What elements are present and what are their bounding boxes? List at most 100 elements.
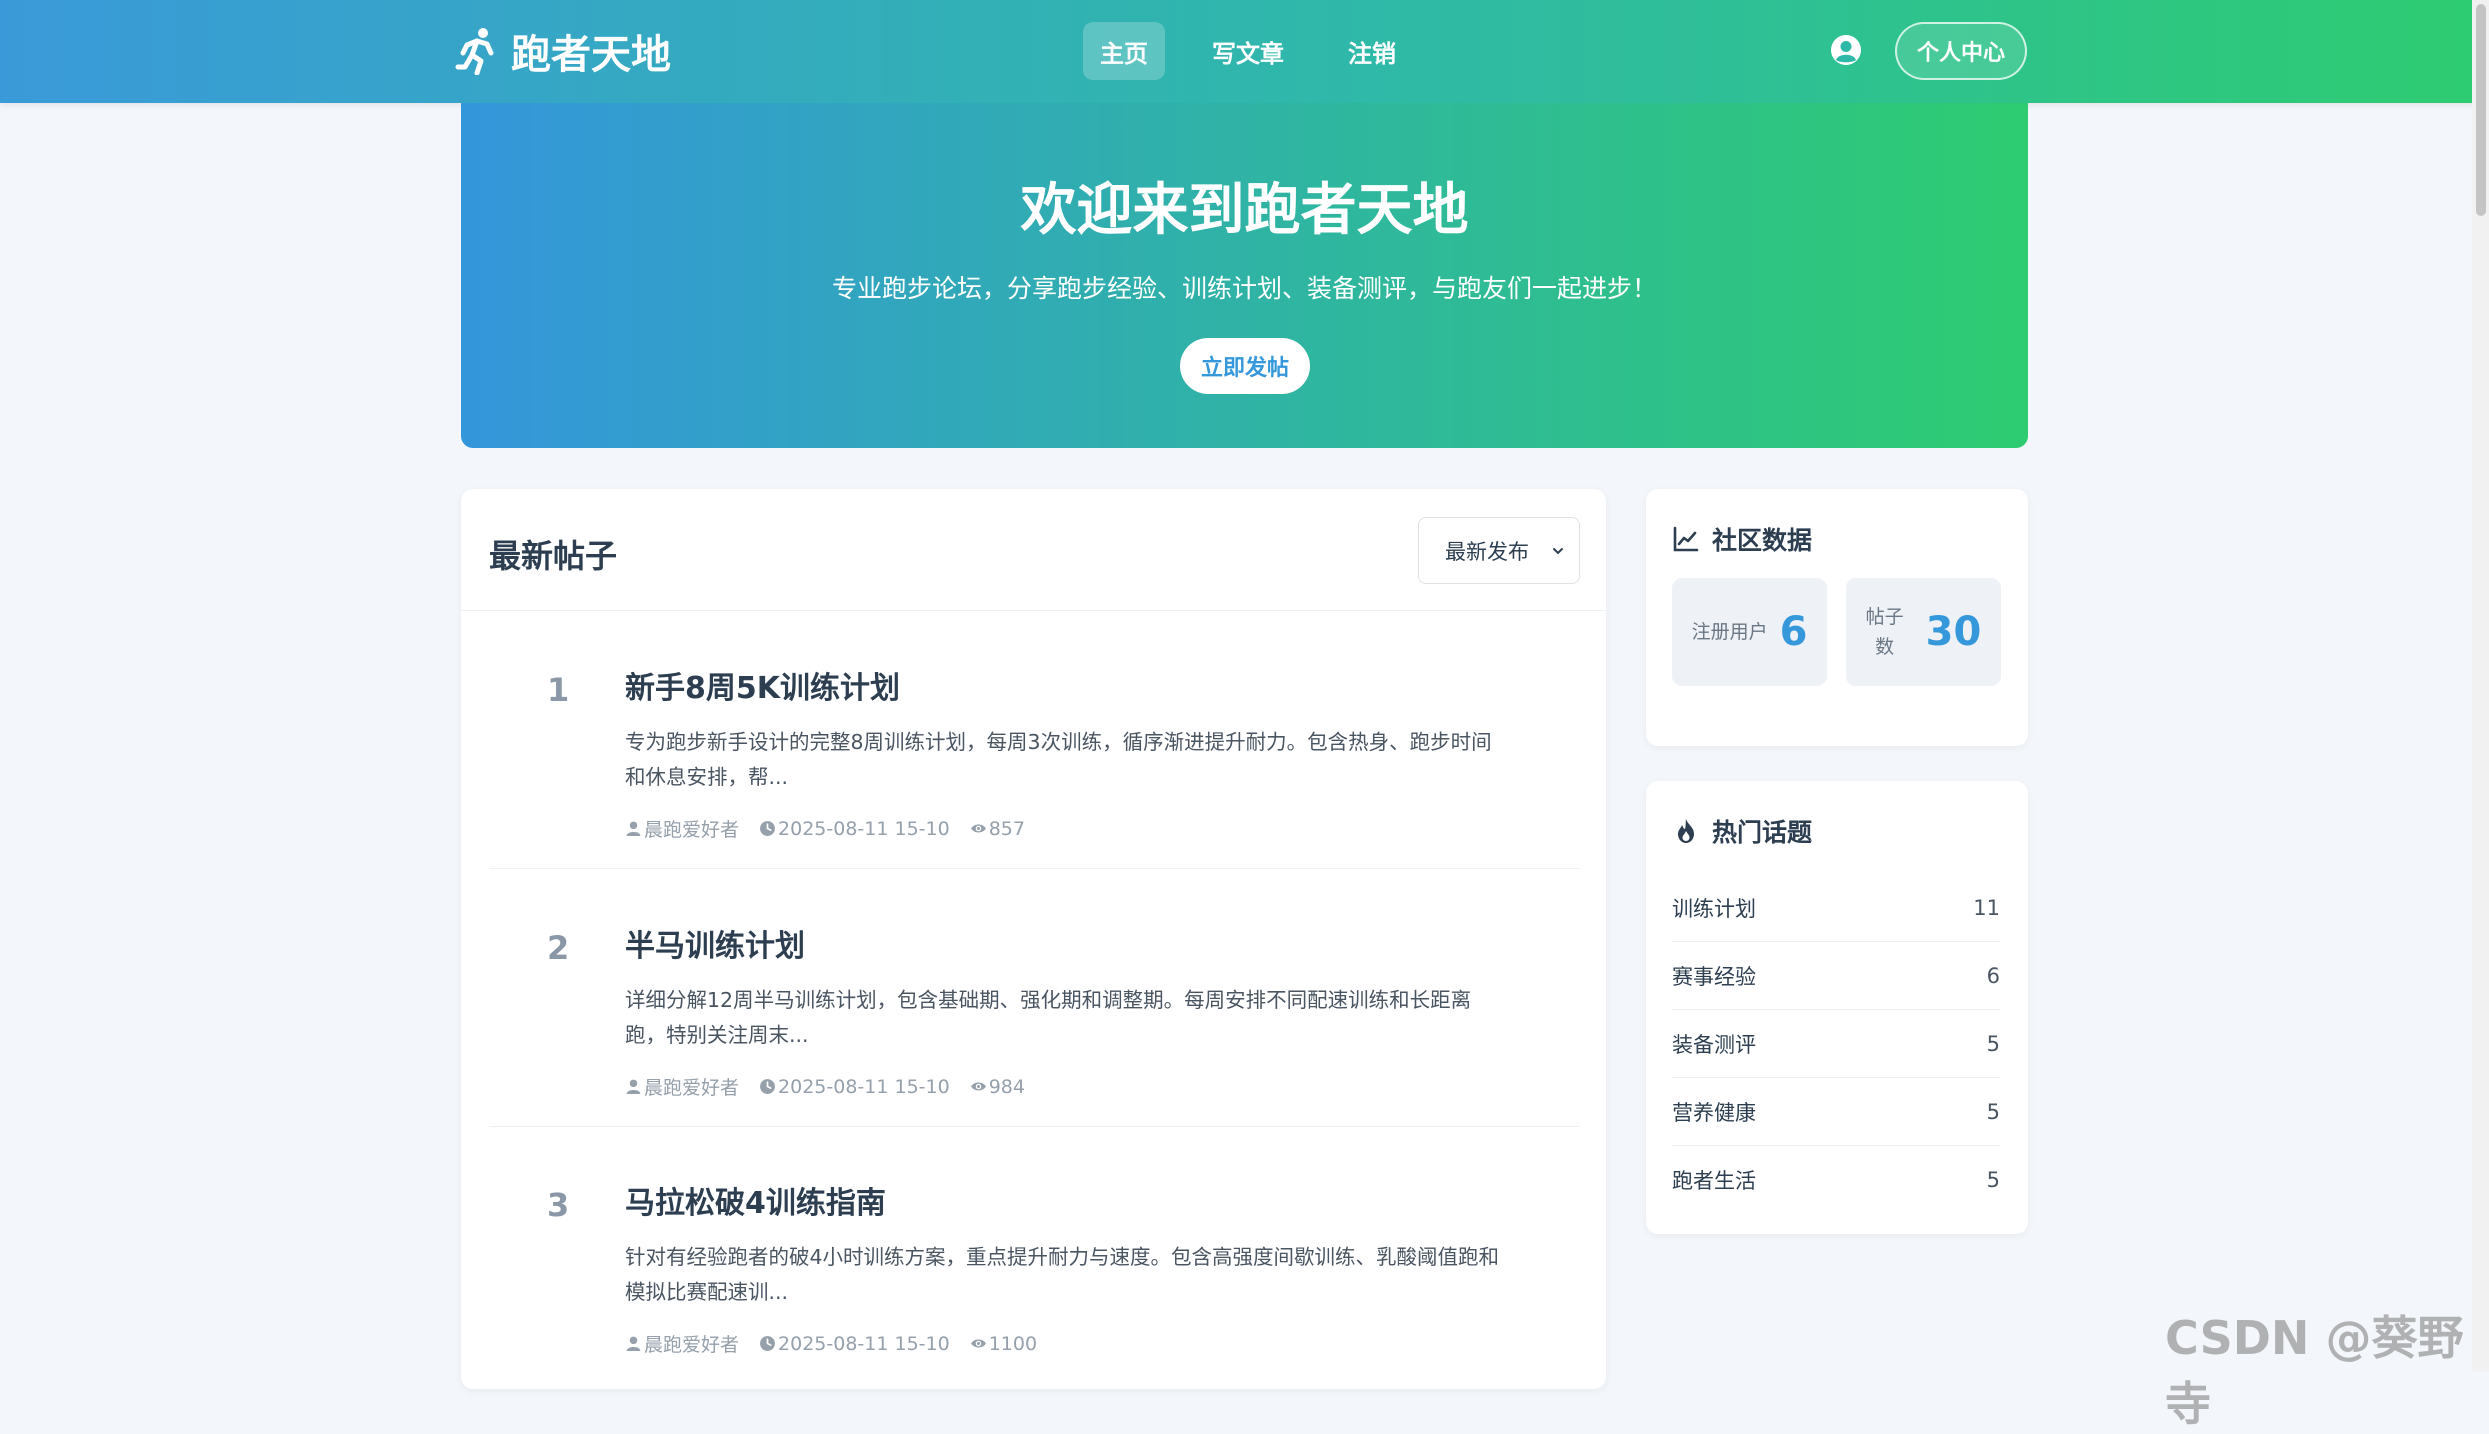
post-author-name: 晨跑爱好者 — [644, 819, 740, 841]
post-item[interactable]: 1 新手8周5K训练计划 专为跑步新手设计的完整8周训练计划，每周3次训练，循序… — [489, 611, 1579, 869]
post-item[interactable]: 2 半马训练计划 详细分解12周半马训练计划，包含基础期、强化期和调整期。每周安… — [489, 869, 1579, 1127]
post-date-text: 2025-08-11 15-10 — [778, 817, 950, 840]
posts-title: 最新帖子 — [489, 537, 618, 575]
user-icon — [626, 1079, 641, 1094]
post-item[interactable]: 3 马拉松破4训练指南 针对有经验跑者的破4小时训练方案，重点提升耐力与速度。包… — [489, 1126, 1579, 1384]
stat-value: 6 — [1779, 609, 1808, 655]
topic-name: 跑者生活 — [1672, 1169, 1756, 1193]
post-author-name: 晨跑爱好者 — [644, 1077, 740, 1099]
eye-icon — [970, 824, 986, 833]
post-excerpt: 专为跑步新手设计的完整8周训练计划，每周3次训练，循序渐进提升耐力。包含热身、跑… — [625, 725, 1565, 795]
hot-topics-card: 热门话题 训练计划 11 赛事经验 6 装备测评 5 营养健康 5 跑者生活 5 — [1646, 781, 2028, 1234]
post-meta: 晨跑爱好者 2025-08-11 15-10 984 — [625, 1073, 1045, 1100]
hero-subtitle: 专业跑步论坛，分享跑步经验、训练计划、装备测评，与跑友们一起进步！ — [831, 274, 1657, 303]
nav-logout[interactable]: 注销 — [1331, 22, 1413, 80]
nav-write-article[interactable]: 写文章 — [1195, 22, 1301, 80]
post-excerpt-line: 和休息安排，帮... — [625, 765, 789, 789]
eye-icon — [970, 1339, 986, 1348]
clock-icon — [760, 1079, 775, 1094]
top-navbar: 跑者天地 主页 写文章 注销 个人中心 — [0, 0, 2489, 103]
user-circle-icon[interactable] — [1830, 34, 1862, 66]
profile-center-button[interactable]: 个人中心 — [1895, 22, 2027, 80]
nav-home[interactable]: 主页 — [1083, 22, 1165, 80]
stat-label-line: 数 — [1875, 636, 1895, 658]
post-views-count: 857 — [988, 817, 1025, 840]
stat-label: 注册用户 — [1691, 621, 1768, 643]
line-chart-icon — [1673, 526, 1699, 552]
post-count-stat: 帖子 数 30 — [1846, 578, 2001, 686]
topic-name: 赛事经验 — [1672, 964, 1756, 989]
post-views-count: 1100 — [988, 1332, 1038, 1355]
eye-icon — [970, 1082, 986, 1091]
sort-select[interactable]: 最新发布 — [1418, 517, 1580, 584]
chevron-down-icon — [1553, 548, 1563, 555]
post-views: 1100 — [970, 1333, 1037, 1355]
post-views: 857 — [970, 818, 1025, 840]
community-stats-card: 社区数据 注册用户 6 帖子 数 30 — [1646, 489, 2028, 746]
post-now-button[interactable]: 立即发帖 — [1180, 338, 1310, 394]
topic-item[interactable]: 营养健康 5 — [1672, 1078, 2000, 1146]
user-icon — [626, 821, 641, 836]
posts-header: 最新帖子 最新发布 — [461, 489, 1606, 611]
topic-count: 5 — [1986, 1099, 2000, 1124]
topic-item[interactable]: 训练计划 11 — [1672, 874, 2000, 942]
topic-count: 6 — [1986, 963, 2000, 988]
stat-label-line: 帖子 — [1865, 606, 1904, 628]
topic-name: 营养健康 — [1672, 1100, 1756, 1125]
watermark: CSDN @葵野寺 — [2165, 1311, 2464, 1431]
post-date-text: 2025-08-11 15-10 — [778, 1332, 950, 1355]
post-title[interactable]: 新手8周5K训练计划 — [625, 663, 900, 707]
sort-selected-value: 最新发布 — [1445, 539, 1529, 564]
post-author: 晨跑爱好者 — [625, 1330, 739, 1357]
clock-icon — [760, 821, 775, 836]
hero-title: 欢迎来到跑者天地 — [1020, 178, 1469, 243]
scrollbar-thumb[interactable] — [2476, 4, 2486, 216]
post-author-name: 晨跑爱好者 — [644, 1334, 740, 1356]
brand-name: 跑者天地 — [511, 32, 671, 78]
post-author: 晨跑爱好者 — [625, 1073, 739, 1100]
post-date: 2025-08-11 15-10 — [759, 818, 950, 840]
post-views-count: 984 — [988, 1075, 1025, 1098]
fire-icon — [1678, 819, 1694, 843]
community-stats-header: 社区数据 — [1672, 521, 1812, 557]
post-meta: 晨跑爱好者 2025-08-11 15-10 1100 — [625, 1330, 1057, 1357]
topic-name: 训练计划 — [1672, 896, 1756, 921]
post-excerpt: 详细分解12周半马训练计划，包含基础期、强化期和调整期。每周安排不同配速训练和长… — [625, 983, 1565, 1053]
topic-count: 5 — [1986, 1168, 2000, 1192]
post-date: 2025-08-11 15-10 — [759, 1076, 950, 1098]
runner-icon — [455, 28, 494, 75]
brand-logo[interactable]: 跑者天地 — [455, 22, 671, 80]
community-stats-title: 社区数据 — [1712, 526, 1813, 555]
topic-count: 11 — [1973, 895, 2000, 920]
user-icon — [626, 1336, 641, 1351]
stat-value: 30 — [1925, 609, 1982, 655]
post-meta: 晨跑爱好者 2025-08-11 15-10 857 — [625, 815, 1045, 842]
hot-topics-title: 热门话题 — [1712, 818, 1813, 847]
post-title[interactable]: 马拉松破4训练指南 — [625, 1178, 886, 1222]
latest-posts-card: 最新帖子 最新发布 1 新手8周5K训练计划 专为跑步新手设计的完整8周训练计划… — [461, 489, 1606, 1389]
post-author: 晨跑爱好者 — [625, 815, 739, 842]
nav-links: 主页 写文章 注销 — [1083, 22, 1443, 80]
post-excerpt-line: 针对有经验跑者的破4小时训练方案，重点提升耐力与速度。包含高强度间歇训练、乳酸阈… — [625, 1245, 1500, 1269]
clock-icon — [760, 1336, 775, 1351]
hot-topics-header: 热门话题 — [1672, 813, 1812, 849]
post-excerpt-line: 跑，特别关注周末... — [625, 1023, 809, 1047]
post-rank: 3 — [547, 1186, 570, 1224]
post-date: 2025-08-11 15-10 — [759, 1333, 950, 1355]
post-title[interactable]: 半马训练计划 — [625, 921, 805, 965]
topic-name: 装备测评 — [1672, 1032, 1756, 1057]
topic-item[interactable]: 跑者生活 5 — [1672, 1146, 2000, 1214]
topic-count: 5 — [1986, 1031, 2000, 1056]
post-rank: 1 — [547, 671, 570, 709]
registered-users-stat: 注册用户 6 — [1672, 578, 1827, 686]
post-excerpt-line: 模拟比赛配速训... — [625, 1280, 789, 1304]
post-views: 984 — [970, 1076, 1025, 1098]
stat-label: 帖子 数 — [1866, 602, 1904, 662]
post-excerpt: 针对有经验跑者的破4小时训练方案，重点提升耐力与速度。包含高强度间歇训练、乳酸阈… — [625, 1240, 1565, 1310]
post-excerpt-line: 详细分解12周半马训练计划，包含基础期、强化期和调整期。每周安排不同配速训练和长… — [625, 988, 1472, 1012]
post-date-text: 2025-08-11 15-10 — [778, 1075, 950, 1098]
hero-banner: 欢迎来到跑者天地 专业跑步论坛，分享跑步经验、训练计划、装备测评，与跑友们一起进… — [461, 103, 2028, 448]
topic-item[interactable]: 装备测评 5 — [1672, 1010, 2000, 1078]
post-rank: 2 — [547, 929, 570, 967]
topic-item[interactable]: 赛事经验 6 — [1672, 942, 2000, 1010]
